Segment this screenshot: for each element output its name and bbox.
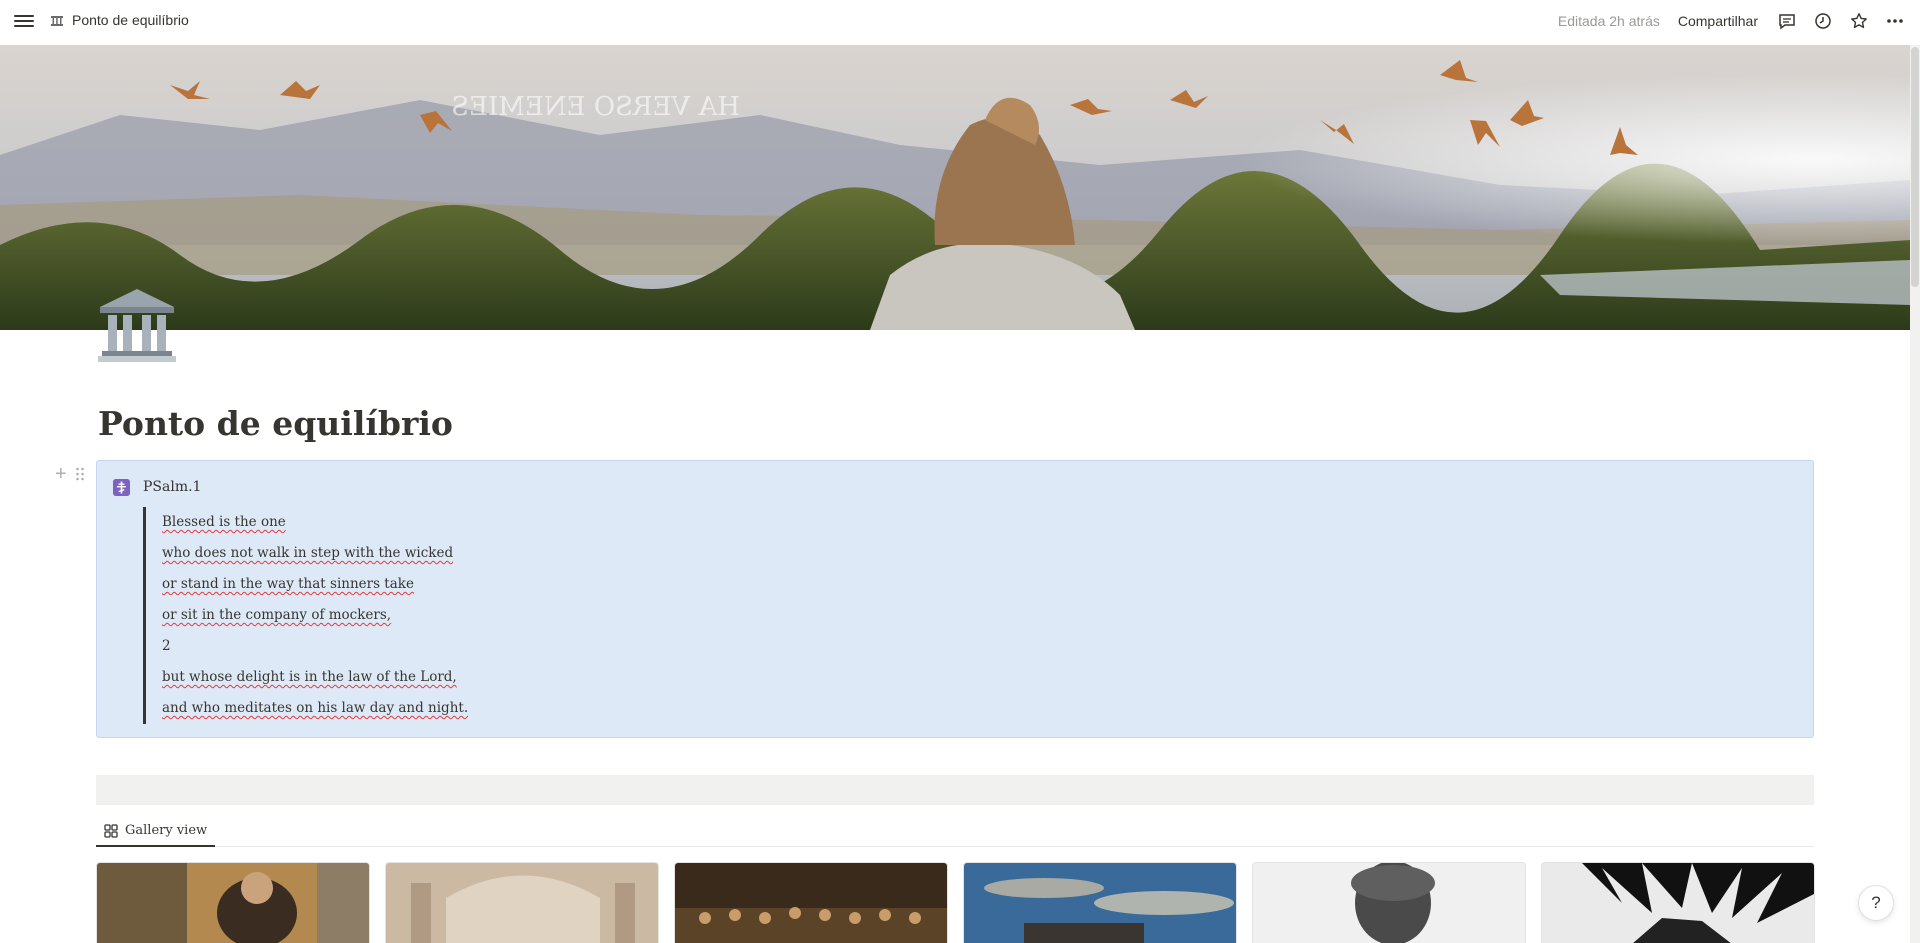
star-icon[interactable]	[1848, 10, 1870, 32]
gallery-card-school-of-athens[interactable]	[385, 862, 659, 943]
callout-title[interactable]: PSalm.1	[143, 479, 201, 495]
breadcrumb-label: Ponto de equilíbrio	[72, 12, 189, 28]
scrollbar[interactable]	[1910, 45, 1920, 943]
scroll-thumb[interactable]	[1911, 47, 1919, 287]
classical-building-icon	[51, 16, 63, 26]
breadcrumb[interactable]: Ponto de equilíbrio	[50, 12, 189, 28]
quote-line[interactable]: and who meditates on his law day and nig…	[162, 693, 643, 724]
database-views-bar: Gallery view	[96, 816, 1814, 847]
gallery-card-painting-saint[interactable]	[96, 862, 370, 943]
menu-icon[interactable]	[14, 12, 34, 32]
callout-block[interactable]: PSalm.1 Blessed is the one who does not …	[96, 460, 1814, 738]
quote-block[interactable]: Blessed is the one who does not walk in …	[143, 507, 643, 724]
gallery-card-last-supper[interactable]	[674, 862, 948, 943]
more-icon[interactable]	[1884, 10, 1906, 32]
gallery-grid	[96, 862, 1815, 943]
comment-icon[interactable]	[1776, 10, 1798, 32]
quote-line[interactable]: or stand in the way that sinners take	[162, 569, 643, 600]
edited-status: Editada 2h atrás	[1557, 13, 1660, 29]
top-bar: Ponto de equilíbrio Editada 2h atrás Com…	[0, 0, 1920, 45]
orthodox-cross-icon[interactable]	[113, 479, 130, 496]
quote-line[interactable]: 2	[162, 631, 643, 662]
gallery-card-sky-ruins[interactable]	[963, 862, 1237, 943]
cover-image[interactable]: HA VERSO ENEMIES	[0, 45, 1910, 330]
page-title[interactable]: Ponto de equilíbrio	[98, 404, 453, 443]
gallery-card-marble-bust[interactable]	[1252, 862, 1526, 943]
help-button[interactable]: ?	[1858, 885, 1894, 921]
quote-line[interactable]: who does not walk in step with the wicke…	[162, 538, 643, 569]
gallery-card-manga-sketch[interactable]	[1541, 862, 1815, 943]
clock-icon[interactable]	[1812, 10, 1834, 32]
tab-gallery-view-label: Gallery view	[125, 823, 208, 838]
add-block-icon[interactable]: +	[55, 464, 67, 484]
classical-building-icon[interactable]	[96, 285, 178, 367]
gallery-icon	[104, 823, 118, 838]
drag-handle-icon[interactable]	[75, 467, 85, 481]
quote-line[interactable]: Blessed is the one	[162, 507, 643, 538]
share-button[interactable]: Compartilhar	[1674, 11, 1762, 31]
quote-line[interactable]: but whose delight is in the law of the L…	[162, 662, 643, 693]
quote-line[interactable]: or sit in the company of mockers,	[162, 600, 643, 631]
tab-gallery-view[interactable]: Gallery view	[96, 816, 216, 847]
svg-text:HA VERSO ENEMIES: HA VERSO ENEMIES	[451, 92, 740, 122]
database-title-placeholder[interactable]	[96, 775, 1814, 805]
